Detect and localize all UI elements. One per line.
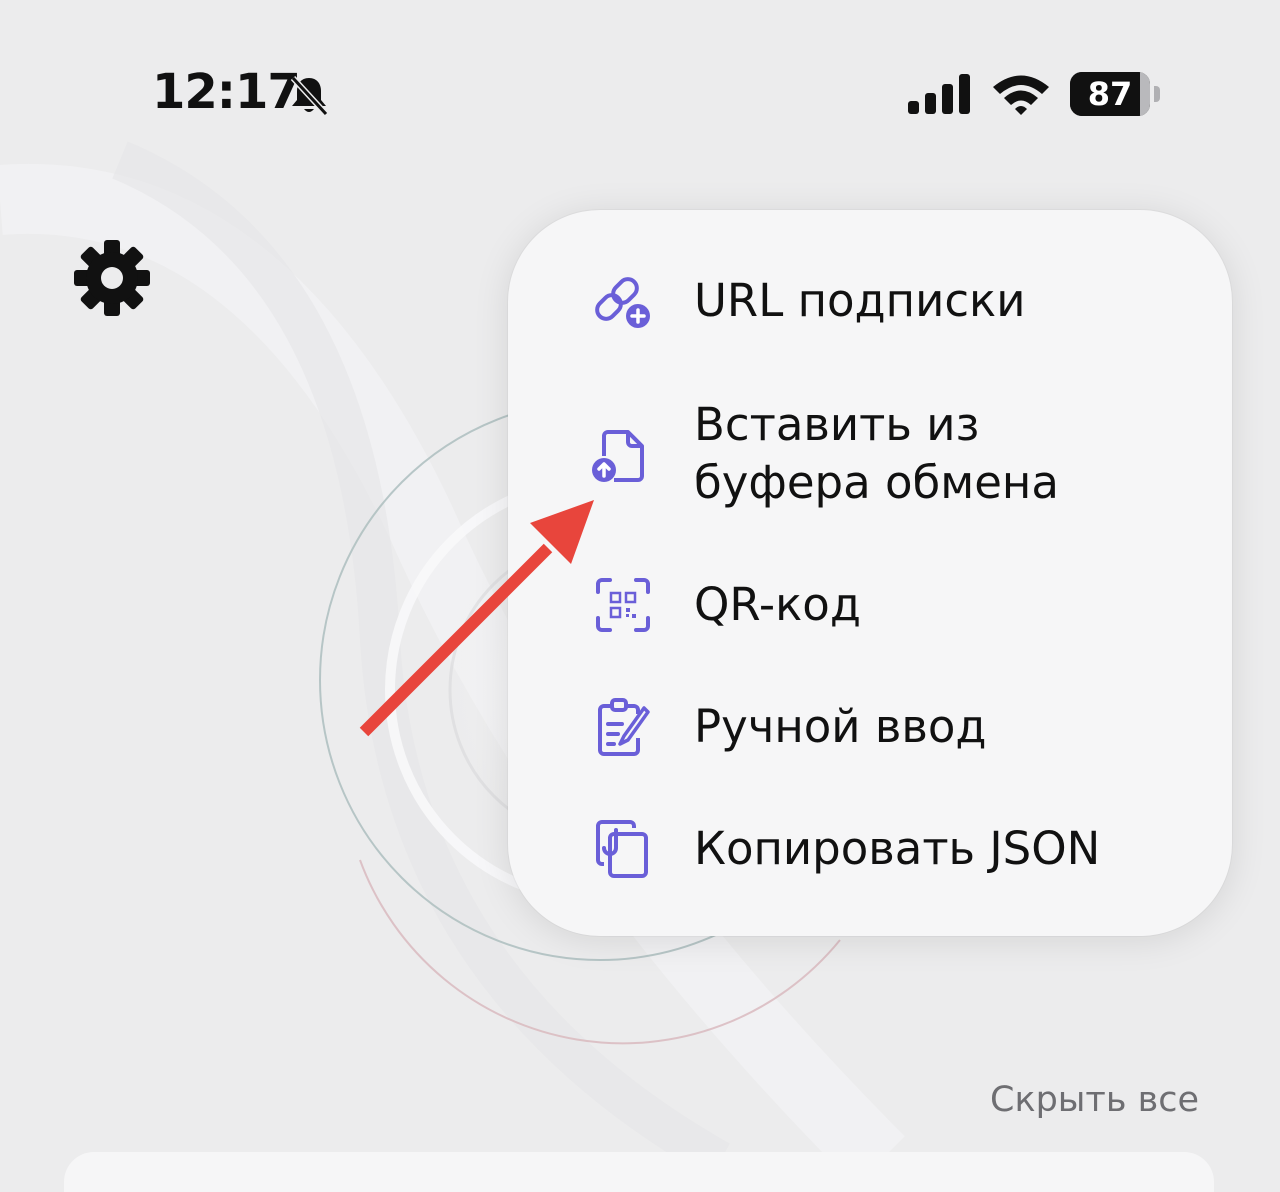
battery-cap xyxy=(1154,86,1160,102)
menu-item-label: QR-код xyxy=(694,578,861,631)
bell-slash-icon xyxy=(290,75,329,117)
hide-all-button[interactable]: Скрыть все xyxy=(990,1080,1199,1120)
gear-icon[interactable] xyxy=(72,238,152,318)
cellular-signal-icon xyxy=(908,74,970,114)
battery-percent: 87 xyxy=(1087,75,1133,113)
add-config-menu: URL подписки Вставить из буфера обмена Q… xyxy=(508,210,1232,936)
menu-item-manual-input[interactable]: Ручной ввод xyxy=(508,692,1232,762)
copy-json-icon xyxy=(596,820,648,878)
status-time: 12:17 xyxy=(152,64,301,120)
menu-item-qr-code[interactable]: QR-код xyxy=(508,570,1232,640)
battery-icon: 87 xyxy=(1070,72,1162,116)
menu-item-label: Ручной ввод xyxy=(694,700,987,753)
wifi-icon xyxy=(993,75,1049,115)
menu-item-label: Вставить из буфера обмена xyxy=(694,398,1059,509)
link-add-icon xyxy=(595,277,650,328)
paste-file-icon xyxy=(592,430,644,482)
bottom-sheet xyxy=(64,1152,1214,1192)
menu-item-subscription-url[interactable]: URL подписки xyxy=(508,266,1232,336)
battery-body: 87 xyxy=(1070,72,1150,116)
menu-item-label: Копировать JSON xyxy=(694,822,1101,875)
menu-item-paste-clipboard[interactable]: Вставить из буфера обмена xyxy=(508,392,1232,516)
menu-item-copy-json[interactable]: Копировать JSON xyxy=(508,814,1232,884)
qr-scan-icon xyxy=(596,578,650,632)
menu-item-label: URL подписки xyxy=(694,274,1026,327)
clipboard-edit-icon xyxy=(598,698,650,756)
